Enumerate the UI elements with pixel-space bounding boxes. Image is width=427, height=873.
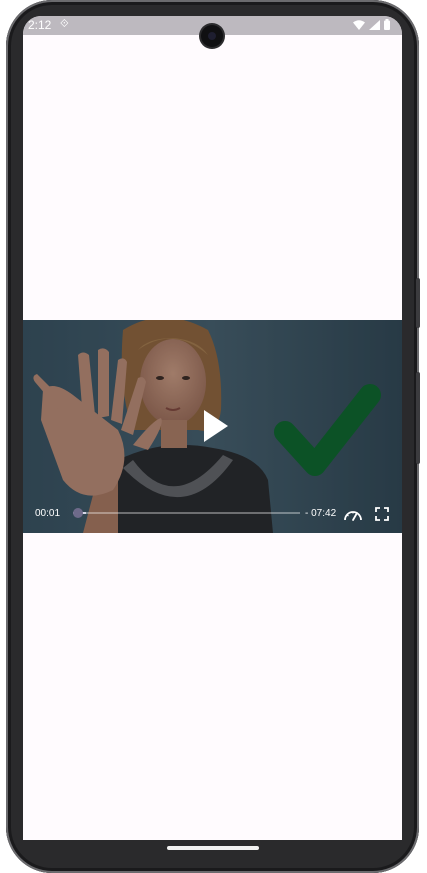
seek-thumb[interactable] [72,508,83,518]
seek-track [73,512,300,514]
home-indicator[interactable] [167,846,259,850]
current-time: 00:01 [35,508,61,519]
power-button [416,278,420,328]
remaining-time: - 07:42 [305,508,337,519]
fullscreen-icon[interactable] [375,507,389,521]
play-icon[interactable] [198,408,232,444]
volume-button [416,372,420,464]
status-time: 2:12 [28,18,52,32]
wifi-icon [353,19,365,30]
seek-bar[interactable] [72,507,300,519]
screen: 2:12 ⟐ 00:01 - 07:42 [23,16,402,840]
signal-icon [369,19,380,30]
navigation-status-icon: ⟐ [60,18,69,30]
playback-speed-icon[interactable] [343,508,363,522]
battery-icon [384,19,390,30]
front-camera [201,25,223,47]
video-player[interactable]: 00:01 - 07:42 [23,320,402,533]
status-icons [353,19,390,30]
